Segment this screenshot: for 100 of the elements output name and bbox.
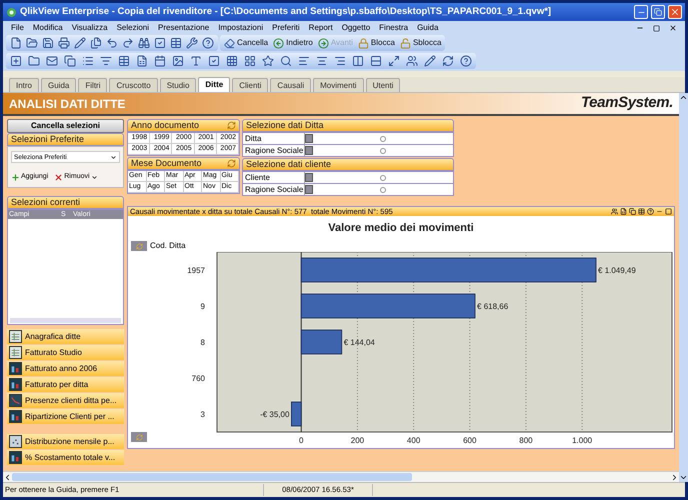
image-icon[interactable] <box>172 55 184 67</box>
table-icon[interactable] <box>118 55 130 67</box>
wrench-icon[interactable] <box>186 37 198 49</box>
scroll-right-icon[interactable] <box>670 472 679 482</box>
sheet-tab[interactable]: Movimenti <box>313 78 364 92</box>
sheet-tab[interactable]: Utenti <box>366 78 400 92</box>
menu-item[interactable]: Oggetto <box>342 22 370 34</box>
restore-icon[interactable] <box>653 24 660 32</box>
new-file-icon[interactable] <box>10 37 22 49</box>
cycle-icon[interactable] <box>227 121 236 130</box>
clear-selections-button[interactable]: Cancella selezioni <box>7 119 124 133</box>
sheet-tab[interactable]: Ditte <box>198 77 230 92</box>
redo-icon[interactable] <box>122 37 134 49</box>
maximize-button[interactable] <box>651 5 665 19</box>
horizontal-scrollbar[interactable] <box>10 318 121 323</box>
layout-icon[interactable] <box>244 55 256 67</box>
toolbar-button[interactable]: Cancella <box>224 37 268 49</box>
folder-icon[interactable] <box>28 55 40 67</box>
calendar-icon[interactable] <box>154 55 166 67</box>
table-icon[interactable] <box>638 208 645 215</box>
print-icon[interactable] <box>58 37 70 49</box>
cycle-icon <box>136 242 142 250</box>
text-icon[interactable] <box>190 55 202 67</box>
search-icon[interactable] <box>280 55 292 67</box>
star-icon[interactable] <box>262 55 274 67</box>
scroll-down-icon[interactable] <box>679 473 688 482</box>
pencil-icon[interactable] <box>74 37 86 49</box>
expand-icon[interactable] <box>388 55 400 67</box>
pencil-icon[interactable] <box>424 55 436 67</box>
spreadsheet-icon[interactable] <box>620 208 627 215</box>
sheet-tab[interactable]: Studio <box>160 78 196 92</box>
panel-title: Selezione dati Ditta <box>246 121 324 130</box>
menu-item[interactable]: Impostazioni <box>218 22 264 34</box>
menu-item[interactable]: File <box>11 22 24 34</box>
maximize-icon[interactable] <box>665 208 672 215</box>
close-icon[interactable] <box>669 24 677 32</box>
sheet-tab[interactable]: Intro <box>9 78 40 92</box>
menu-item[interactable]: Visualizza <box>72 22 108 34</box>
menu-item[interactable]: Finestra <box>379 22 408 34</box>
panel-title: Selezioni Preferite <box>11 135 84 144</box>
help-icon[interactable] <box>202 37 214 49</box>
vertical-scrollbar[interactable] <box>679 93 688 482</box>
menu-item[interactable]: Preferiti <box>272 22 300 34</box>
help-icon[interactable] <box>647 208 654 215</box>
filter-icon[interactable] <box>100 55 112 67</box>
horizontal-scrollbar[interactable] <box>3 471 679 482</box>
menu-item[interactable]: Selezioni <box>116 22 150 34</box>
minimize-button[interactable] <box>634 5 648 19</box>
cycle-icon[interactable] <box>227 159 236 168</box>
menu-item[interactable]: Presentazione <box>158 22 210 34</box>
refresh-icon[interactable] <box>442 55 454 67</box>
spreadsheet-icon[interactable] <box>136 55 148 67</box>
toolbar-button[interactable]: Sblocca <box>400 37 442 49</box>
columns-icon[interactable] <box>352 55 364 67</box>
sheet-tab[interactable]: Causali <box>270 78 312 92</box>
menu-item[interactable]: Report <box>308 22 333 34</box>
sheet-tab[interactable]: Clienti <box>232 78 268 92</box>
menu-item[interactable]: Modifica <box>32 22 63 34</box>
line-chart-icon <box>9 394 22 407</box>
report-button[interactable]: % Scostamento totale v... <box>7 450 124 465</box>
panel-title: Selezioni correnti <box>11 198 80 207</box>
rows-icon[interactable] <box>370 55 382 67</box>
scroll-left-icon[interactable] <box>3 472 12 482</box>
report-button[interactable]: Fatturato per ditta <box>7 377 124 392</box>
scroll-up-icon[interactable] <box>679 93 688 102</box>
report-button[interactable]: Presenze clienti ditta pe... <box>7 393 124 408</box>
align-left-icon[interactable] <box>298 55 310 67</box>
documents-icon[interactable] <box>90 37 102 49</box>
sheet-tab[interactable]: Filtri <box>78 78 108 92</box>
report-button[interactable]: Fatturato Studio <box>7 345 124 360</box>
checkbox-icon[interactable] <box>154 37 166 49</box>
copy-icon[interactable] <box>64 55 76 67</box>
sheet-tab[interactable]: Guida <box>41 78 76 92</box>
undo-icon[interactable] <box>106 37 118 49</box>
save-icon[interactable] <box>42 37 54 49</box>
cycle-icon <box>136 434 142 440</box>
report-button[interactable]: Fatturato anno 2006 <box>7 361 124 376</box>
menu-item[interactable]: Guida <box>417 22 438 34</box>
envelope-icon[interactable] <box>46 55 58 67</box>
align-right-icon[interactable] <box>334 55 346 67</box>
report-button[interactable]: Ripartizione Clienti per ... <box>7 409 124 424</box>
toolbar-button[interactable]: Indietro <box>273 37 313 49</box>
scroll-thumb[interactable] <box>12 473 412 481</box>
help-icon[interactable] <box>460 55 472 67</box>
report-button[interactable]: Anagrafica ditte <box>7 329 124 344</box>
window-title: QlikView Enterprise - Copia del rivenditore - [C:\Documents and Settings\p.sbaffo\Desktop\TS_PAPARC001_9_1.qvw*] <box>20 4 552 19</box>
open-folder-icon[interactable] <box>26 37 38 49</box>
sheet-tab[interactable]: Cruscotto <box>109 78 158 92</box>
table-icon[interactable] <box>170 37 182 49</box>
users-icon[interactable] <box>406 55 418 67</box>
align-center-icon[interactable] <box>316 55 328 67</box>
binoculars-icon[interactable] <box>138 37 150 49</box>
users-icon[interactable] <box>611 208 618 215</box>
add-sheet-icon[interactable] <box>10 55 22 67</box>
close-button[interactable] <box>668 5 682 19</box>
report-button[interactable]: Distribuzione mensile p... <box>7 434 124 449</box>
checkbox-icon[interactable] <box>208 55 220 67</box>
toolbar-button[interactable]: Blocca <box>358 37 395 49</box>
grid-icon[interactable] <box>226 55 238 67</box>
copy-icon[interactable] <box>629 208 636 215</box>
